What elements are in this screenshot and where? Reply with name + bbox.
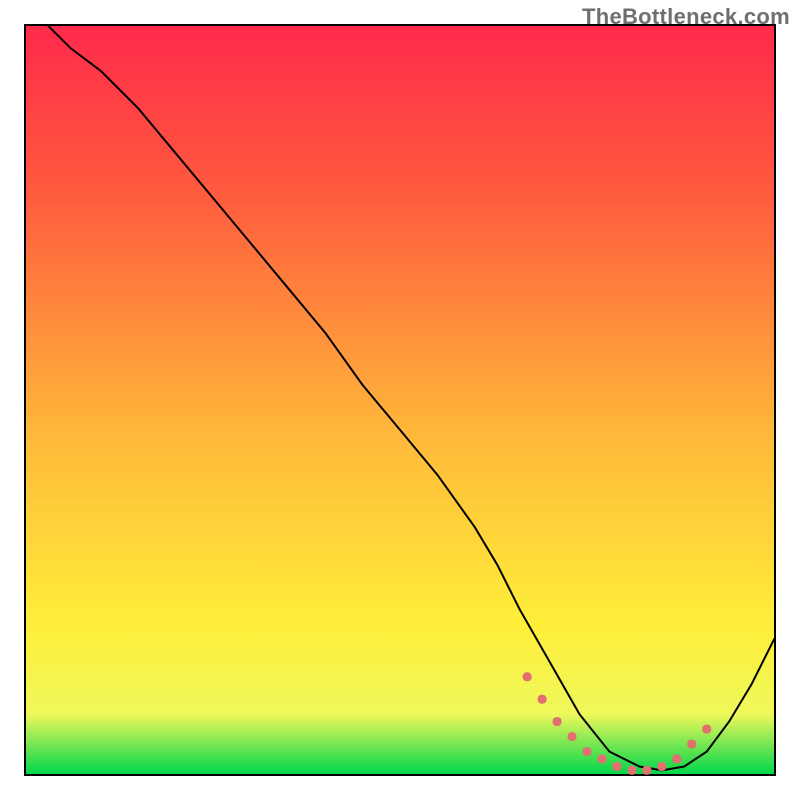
marker-dot — [702, 725, 711, 734]
marker-dot — [598, 755, 607, 764]
marker-dot — [568, 732, 577, 741]
marker-dot — [583, 747, 592, 756]
chart-canvas: TheBottleneck.com — [0, 0, 800, 800]
marker-dot — [523, 672, 532, 681]
plot-background — [26, 26, 774, 774]
marker-dot — [538, 695, 547, 704]
marker-dot — [672, 755, 681, 764]
marker-dot — [612, 762, 621, 771]
marker-dot — [657, 762, 666, 771]
marker-dot — [642, 766, 651, 775]
chart-svg — [0, 0, 800, 800]
marker-dot — [627, 766, 636, 775]
marker-dot — [553, 717, 562, 726]
watermark-label: TheBottleneck.com — [582, 4, 790, 30]
marker-dot — [687, 740, 696, 749]
